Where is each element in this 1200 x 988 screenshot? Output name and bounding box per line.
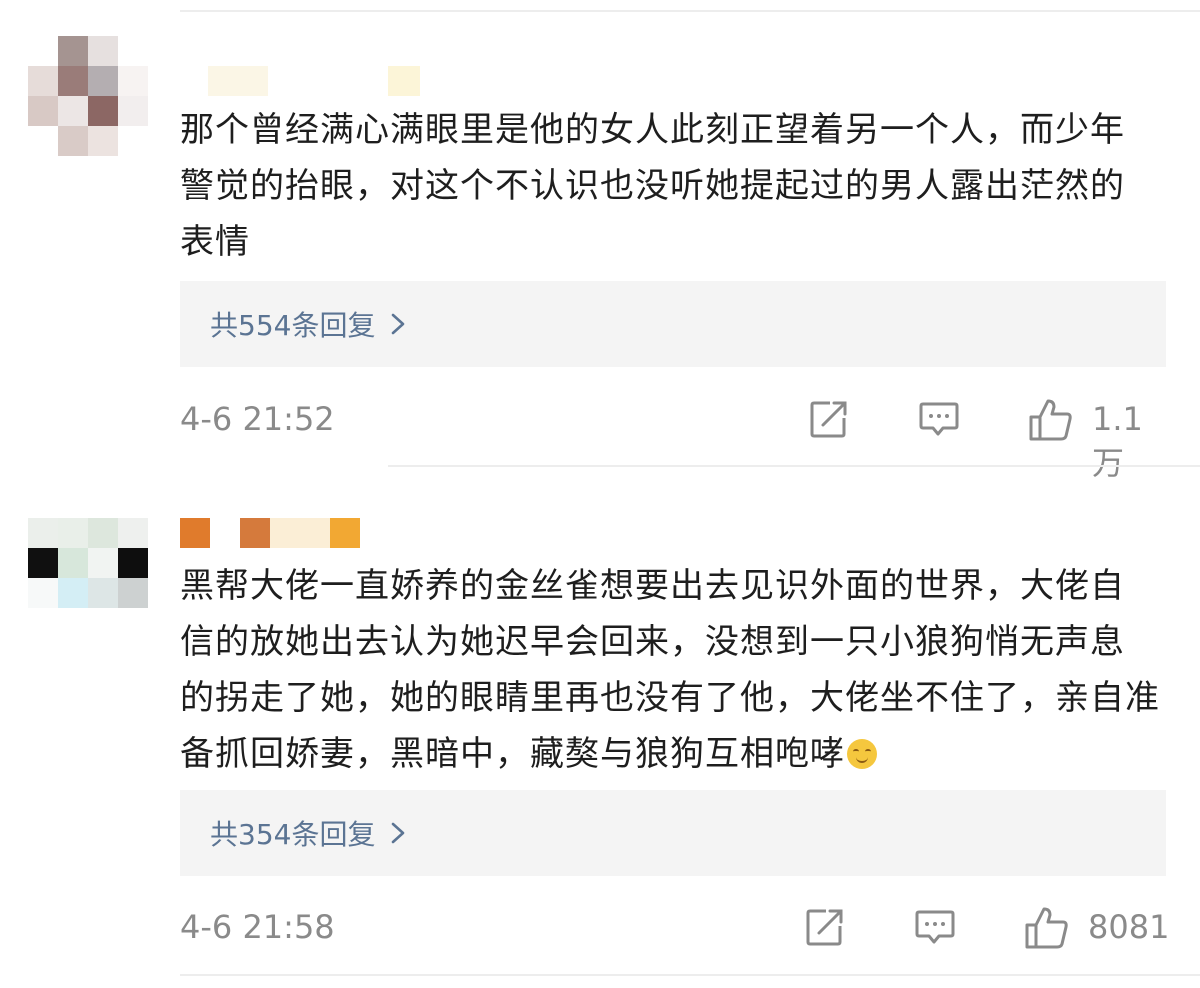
chevron-right-icon bbox=[392, 822, 405, 844]
smiling-face-emoji-icon bbox=[847, 739, 877, 769]
comment-text: 黑帮大佬一直娇养的金丝雀想要出去见识外面的世界，大佬自 信的放她出去认为她迟早会… bbox=[180, 558, 1170, 782]
username-block bbox=[240, 518, 270, 548]
avatar-pixel bbox=[118, 36, 148, 66]
bottom-divider bbox=[180, 974, 1200, 976]
avatar-pixel bbox=[28, 36, 58, 66]
comment-text-line: 警觉的抬眼，对这个不认识也没听她提起过的男人露出茫然的 bbox=[180, 166, 1125, 206]
avatar-pixel bbox=[88, 66, 118, 96]
avatar-pixel bbox=[118, 96, 148, 126]
like-count: 8081 bbox=[1088, 908, 1170, 946]
avatar-pixel bbox=[118, 608, 148, 638]
thumbs-up-icon[interactable] bbox=[1028, 398, 1074, 442]
comment-text-line: 信的放她出去认为她迟早会回来，没想到一只小狼狗悄无声息 bbox=[180, 622, 1125, 662]
avatar-pixel bbox=[28, 96, 58, 126]
avatar-pixel bbox=[28, 578, 58, 608]
avatar-pixel bbox=[58, 96, 88, 126]
username-block bbox=[270, 518, 330, 548]
view-replies-button[interactable]: 共554条回复 bbox=[180, 281, 1166, 367]
avatar-pixel bbox=[28, 608, 58, 638]
avatar[interactable] bbox=[28, 36, 148, 156]
repost-icon[interactable] bbox=[804, 906, 846, 948]
username-block bbox=[330, 518, 360, 548]
comment-text: 那个曾经满心满眼里是他的女人此刻正望着另一个人，而少年 警觉的抬眼，对这个不认识… bbox=[180, 102, 1170, 270]
avatar-pixel bbox=[88, 608, 118, 638]
avatar-pixel bbox=[28, 66, 58, 96]
avatar-pixel bbox=[88, 126, 118, 156]
avatar-pixel bbox=[58, 36, 88, 66]
chevron-right-icon bbox=[392, 313, 405, 335]
avatar-pixel bbox=[88, 578, 118, 608]
comment-meta: 4-6 21:52 1.1万 bbox=[180, 394, 1170, 482]
username-block bbox=[238, 66, 268, 96]
avatar-pixel bbox=[58, 126, 88, 156]
comment-text-line: 黑帮大佬一直娇养的金丝雀想要出去见识外面的世界，大佬自 bbox=[180, 566, 1125, 606]
avatar-pixel bbox=[28, 548, 58, 578]
avatar-pixel bbox=[58, 578, 88, 608]
comment-text-line-with-emoji: 备抓回娇妻，黑暗中，藏獒与狼狗互相咆哮 bbox=[180, 726, 1170, 782]
avatar-pixel bbox=[88, 518, 118, 548]
comment-icon[interactable] bbox=[914, 906, 956, 948]
view-replies-button[interactable]: 共354条回复 bbox=[180, 790, 1166, 876]
comment-text-line: 备抓回娇妻，黑暗中，藏獒与狼狗互相咆哮 bbox=[180, 734, 845, 774]
comment-text-line: 的拐走了她，她的眼睛里再也没有了他，大佬坐不住了，亲自准 bbox=[180, 678, 1160, 718]
comment-text-line: 那个曾经满心满眼里是他的女人此刻正望着另一个人，而少年 bbox=[180, 110, 1125, 150]
comment-icon[interactable] bbox=[918, 398, 960, 440]
avatar[interactable] bbox=[28, 518, 148, 638]
avatar-pixel bbox=[118, 126, 148, 156]
username-pixelated[interactable] bbox=[180, 518, 480, 548]
avatar-pixel bbox=[118, 548, 148, 578]
timestamp: 4-6 21:58 bbox=[180, 908, 335, 946]
avatar-pixel bbox=[118, 66, 148, 96]
thumbs-up-icon[interactable] bbox=[1024, 906, 1070, 950]
avatar-pixel bbox=[28, 126, 58, 156]
avatar-pixel bbox=[118, 518, 148, 548]
avatar-pixel bbox=[28, 518, 58, 548]
username-block bbox=[388, 66, 420, 96]
replies-count-label: 共554条回复 bbox=[210, 309, 376, 342]
avatar-pixel bbox=[58, 518, 88, 548]
username-pixelated[interactable] bbox=[180, 66, 480, 96]
comment-card: 那个曾经满心满眼里是他的女人此刻正望着另一个人，而少年 警觉的抬眼，对这个不认识… bbox=[0, 0, 1200, 482]
avatar-pixel bbox=[58, 66, 88, 96]
username-block bbox=[208, 66, 238, 96]
timestamp: 4-6 21:52 bbox=[180, 400, 335, 438]
comment-card: 黑帮大佬一直娇养的金丝雀想要出去见识外面的世界，大佬自 信的放她出去认为她迟早会… bbox=[0, 466, 1200, 988]
comment-text-line: 表情 bbox=[180, 222, 250, 262]
replies-count-label: 共354条回复 bbox=[210, 818, 376, 851]
avatar-pixel bbox=[88, 96, 118, 126]
avatar-pixel bbox=[58, 608, 88, 638]
avatar-pixel bbox=[88, 36, 118, 66]
avatar-pixel bbox=[58, 548, 88, 578]
avatar-pixel bbox=[118, 578, 148, 608]
repost-icon[interactable] bbox=[808, 398, 850, 440]
comment-meta: 4-6 21:58 8081 bbox=[180, 902, 1170, 952]
username-block bbox=[180, 518, 210, 548]
avatar-pixel bbox=[88, 548, 118, 578]
